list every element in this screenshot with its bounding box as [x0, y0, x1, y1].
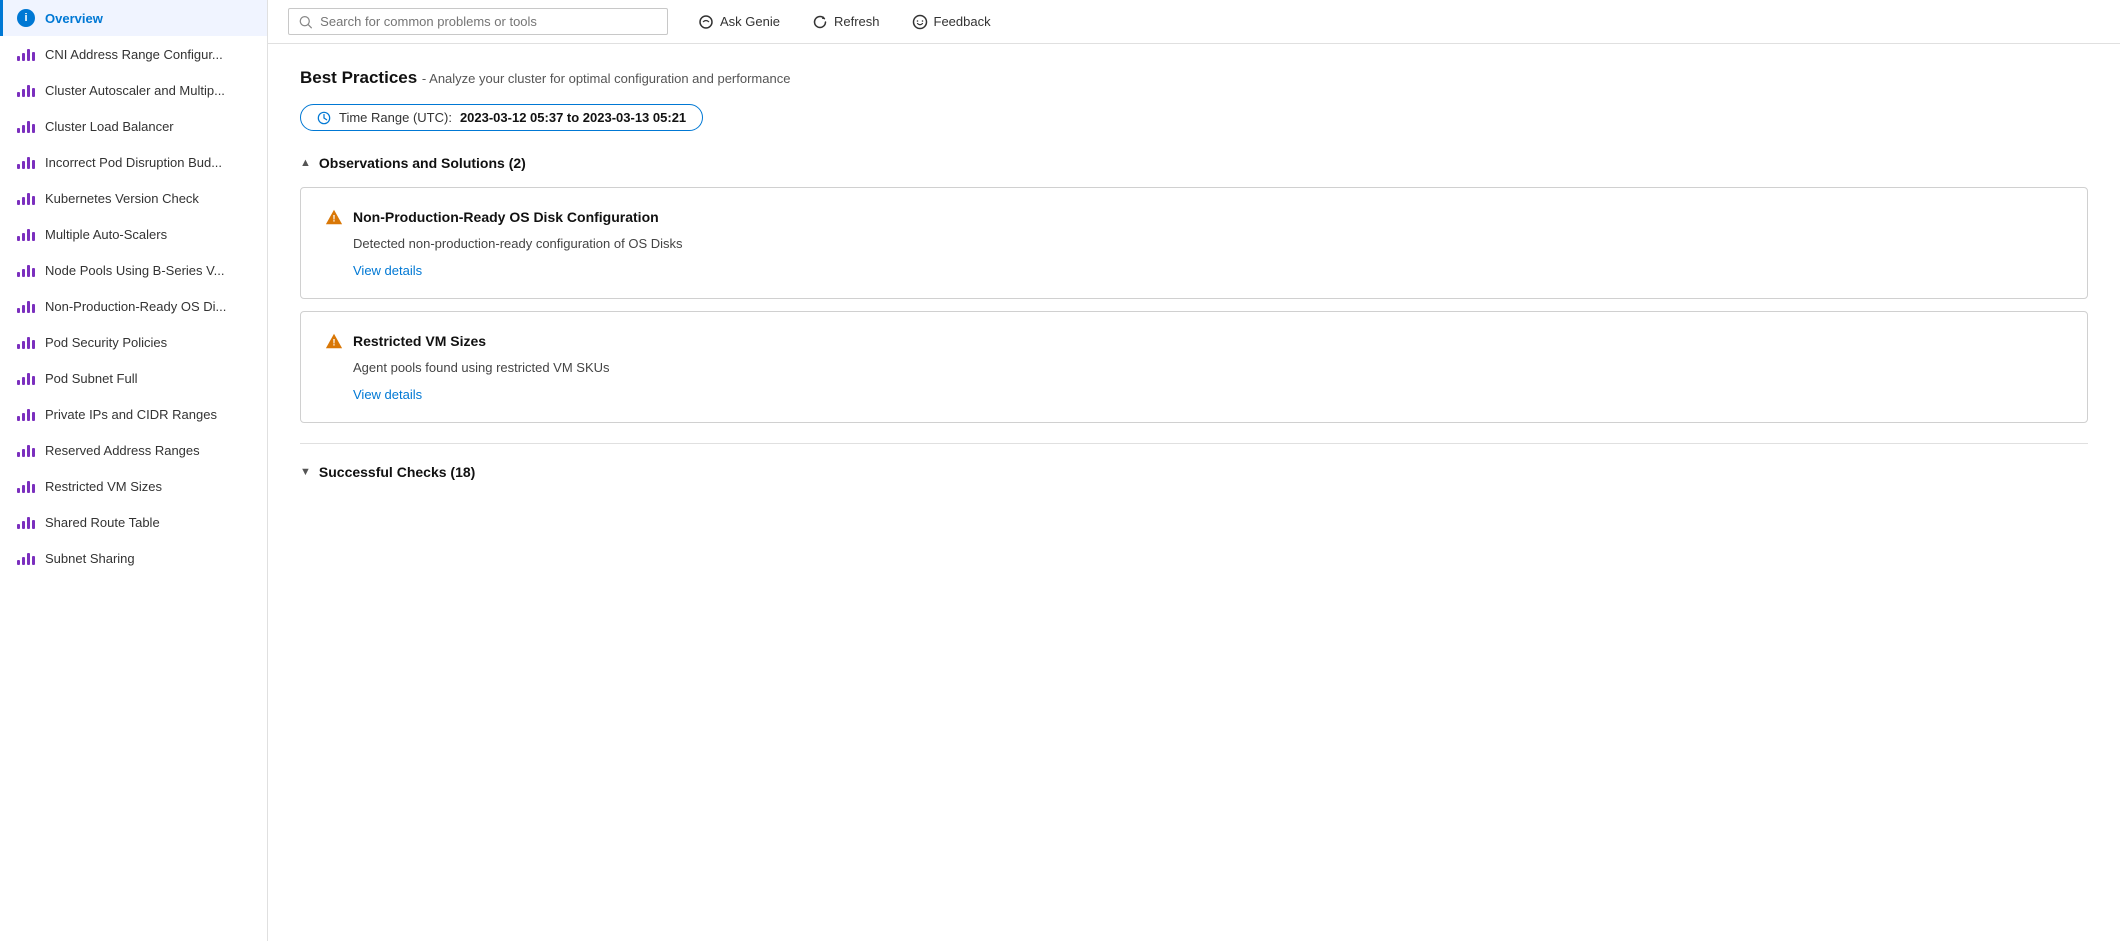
bar-chart-icon: [17, 513, 35, 531]
search-icon: [299, 15, 312, 29]
card-title-text: Restricted VM Sizes: [353, 333, 486, 349]
time-range-pill[interactable]: Time Range (UTC): 2023-03-12 05:37 to 20…: [300, 104, 703, 131]
bar-chart-icon: [17, 45, 35, 63]
sidebar-item-pod-subnet[interactable]: Pod Subnet Full: [0, 360, 267, 396]
sidebar-item-label: Pod Security Policies: [45, 335, 167, 350]
expand-chevron: ▼: [300, 466, 311, 478]
sidebar-item-subnet-sharing[interactable]: Subnet Sharing: [0, 540, 267, 576]
refresh-button[interactable]: Refresh: [806, 10, 886, 34]
view-details-link[interactable]: View details: [353, 387, 422, 402]
bar-chart-icon: [17, 549, 35, 567]
sidebar-item-label: CNI Address Range Configur...: [45, 47, 223, 62]
card-description: Detected non-production-ready configurat…: [353, 236, 2063, 251]
sidebar-item-node-pools[interactable]: Node Pools Using B-Series V...: [0, 252, 267, 288]
feedback-button[interactable]: Feedback: [906, 10, 997, 34]
bar-chart-icon: [17, 261, 35, 279]
successful-label: Successful Checks (18): [319, 464, 475, 480]
content-area: Best Practices - Analyze your cluster fo…: [268, 44, 2120, 941]
clock-icon: [317, 111, 331, 125]
feedback-icon: [912, 14, 928, 30]
sidebar-item-label: Shared Route Table: [45, 515, 160, 530]
page-header: Best Practices - Analyze your cluster fo…: [300, 68, 2088, 88]
sidebar-item-label: Subnet Sharing: [45, 551, 135, 566]
section-divider: [300, 443, 2088, 444]
bar-chart-icon: [17, 297, 35, 315]
main-panel: Ask Genie Refresh Feedback: [268, 0, 2120, 941]
sidebar-item-cni[interactable]: CNI Address Range Configur...: [0, 36, 267, 72]
genie-icon: [698, 14, 714, 30]
bar-chart-icon: [17, 189, 35, 207]
sidebar-item-pod-security[interactable]: Pod Security Policies: [0, 324, 267, 360]
bar-chart-icon: [17, 477, 35, 495]
sidebar-item-auto-scalers[interactable]: Multiple Auto-Scalers: [0, 216, 267, 252]
search-box[interactable]: [288, 8, 668, 35]
sidebar-item-label: Incorrect Pod Disruption Bud...: [45, 155, 222, 170]
bar-chart-icon: [17, 405, 35, 423]
sidebar-item-pod-disruption[interactable]: Incorrect Pod Disruption Bud...: [0, 144, 267, 180]
bar-chart-icon: [17, 117, 35, 135]
time-range-label: Time Range (UTC):: [339, 110, 452, 125]
sidebar-item-label: Pod Subnet Full: [45, 371, 138, 386]
bar-chart-icon: [17, 153, 35, 171]
bar-chart-icon: [17, 225, 35, 243]
sidebar-item-label: Multiple Auto-Scalers: [45, 227, 167, 242]
sidebar-item-label: Restricted VM Sizes: [45, 479, 162, 494]
bar-chart-icon: [17, 81, 35, 99]
info-icon: i: [17, 9, 35, 27]
bar-chart-icon: [17, 441, 35, 459]
bar-chart-icon: [17, 369, 35, 387]
card-title: ! Non-Production-Ready OS Disk Configura…: [325, 208, 2063, 226]
sidebar-item-restricted-vm[interactable]: Restricted VM Sizes: [0, 468, 267, 504]
search-input[interactable]: [320, 14, 657, 29]
sidebar-item-autoscaler[interactable]: Cluster Autoscaler and Multip...: [0, 72, 267, 108]
svg-text:!: !: [333, 338, 336, 348]
page-title: Best Practices - Analyze your cluster fo…: [300, 68, 790, 87]
sidebar-item-label: Cluster Autoscaler and Multip...: [45, 83, 225, 98]
sidebar-item-non-production[interactable]: Non-Production-Ready OS Di...: [0, 288, 267, 324]
sidebar-item-label: Reserved Address Ranges: [45, 443, 200, 458]
view-details-link[interactable]: View details: [353, 263, 422, 278]
sidebar-item-shared-route[interactable]: Shared Route Table: [0, 504, 267, 540]
observations-section-header[interactable]: ▲ Observations and Solutions (2): [300, 155, 2088, 171]
warning-icon: !: [325, 332, 343, 350]
topbar-actions: Ask Genie Refresh Feedback: [692, 10, 997, 34]
sidebar-item-load-balancer[interactable]: Cluster Load Balancer: [0, 108, 267, 144]
sidebar-item-label: Overview: [45, 11, 103, 26]
observations-cards: ! Non-Production-Ready OS Disk Configura…: [300, 187, 2088, 423]
warning-icon: !: [325, 208, 343, 226]
collapse-chevron: ▲: [300, 157, 311, 169]
observation-card-restricted-vm: ! Restricted VM Sizes Agent pools found …: [300, 311, 2088, 423]
sidebar-item-label: Kubernetes Version Check: [45, 191, 199, 206]
topbar: Ask Genie Refresh Feedback: [268, 0, 2120, 44]
sidebar: iOverview CNI Address Range Configur... …: [0, 0, 268, 941]
sidebar-item-private-ips[interactable]: Private IPs and CIDR Ranges: [0, 396, 267, 432]
ask-genie-button[interactable]: Ask Genie: [692, 10, 786, 34]
card-title: ! Restricted VM Sizes: [325, 332, 2063, 350]
observation-card-os-disk: ! Non-Production-Ready OS Disk Configura…: [300, 187, 2088, 299]
bar-chart-icon: [17, 333, 35, 351]
sidebar-item-reserved-ranges[interactable]: Reserved Address Ranges: [0, 432, 267, 468]
sidebar-item-label: Node Pools Using B-Series V...: [45, 263, 224, 278]
observations-label: Observations and Solutions (2): [319, 155, 526, 171]
refresh-icon: [812, 14, 828, 30]
svg-text:!: !: [333, 214, 336, 224]
time-range-value: 2023-03-12 05:37 to 2023-03-13 05:21: [460, 110, 686, 125]
card-title-text: Non-Production-Ready OS Disk Configurati…: [353, 209, 659, 225]
sidebar-item-label: Cluster Load Balancer: [45, 119, 174, 134]
sidebar-item-label: Private IPs and CIDR Ranges: [45, 407, 217, 422]
sidebar-item-overview[interactable]: i Overview: [0, 0, 267, 36]
sidebar-item-k8s-version[interactable]: Kubernetes Version Check: [0, 180, 267, 216]
sidebar-item-label: Non-Production-Ready OS Di...: [45, 299, 226, 314]
card-description: Agent pools found using restricted VM SK…: [353, 360, 2063, 375]
successful-section-header[interactable]: ▼ Successful Checks (18): [300, 464, 2088, 480]
